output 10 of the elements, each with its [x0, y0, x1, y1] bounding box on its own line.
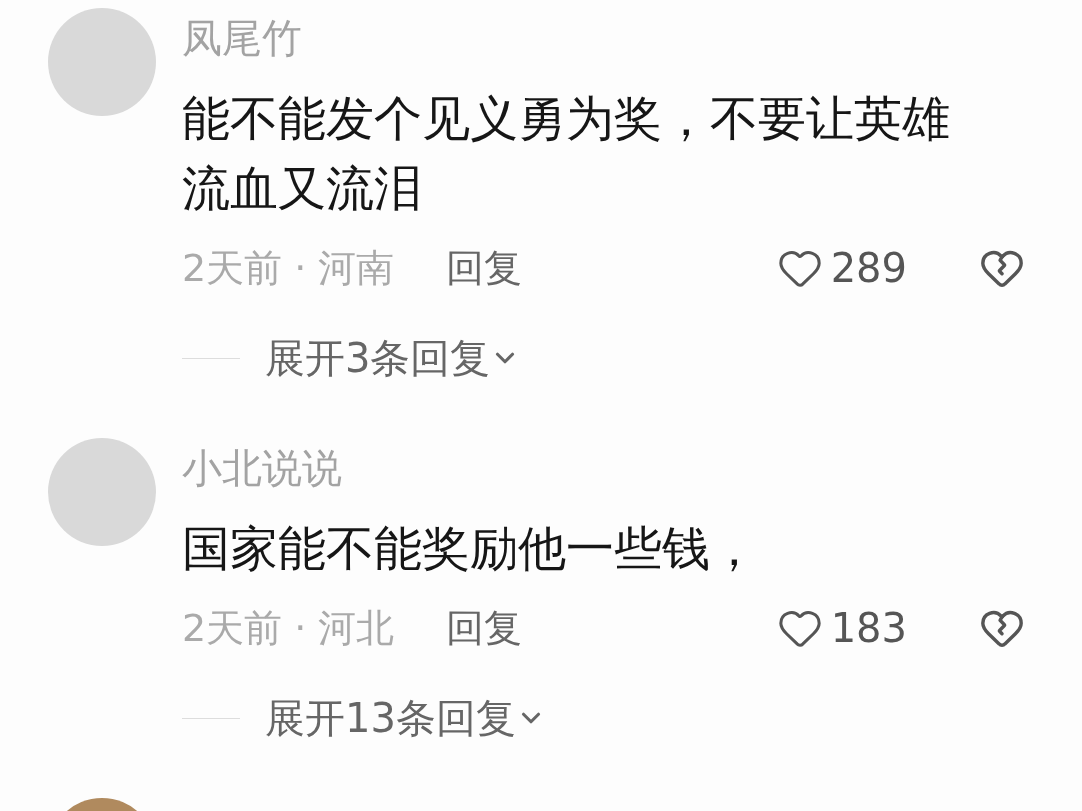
expand-replies-button[interactable]: 展开3条回复: [265, 328, 521, 388]
comment-meta: 2天前 · 河南: [182, 244, 395, 292]
like-count: 183: [830, 604, 907, 653]
comment-text: 能不能发个见义勇为奖，不要让英雄流血又流泪: [182, 89, 951, 218]
comment-meta: 2天前 · 河北: [182, 604, 395, 652]
like-count: 289: [830, 244, 907, 293]
comment-text: 国家能不能奖励他一些钱，: [182, 519, 759, 578]
expand-replies-button[interactable]: 展开13条回复: [265, 688, 546, 748]
reply-button[interactable]: 回复: [446, 239, 523, 297]
reply-button[interactable]: 回复: [446, 599, 523, 657]
